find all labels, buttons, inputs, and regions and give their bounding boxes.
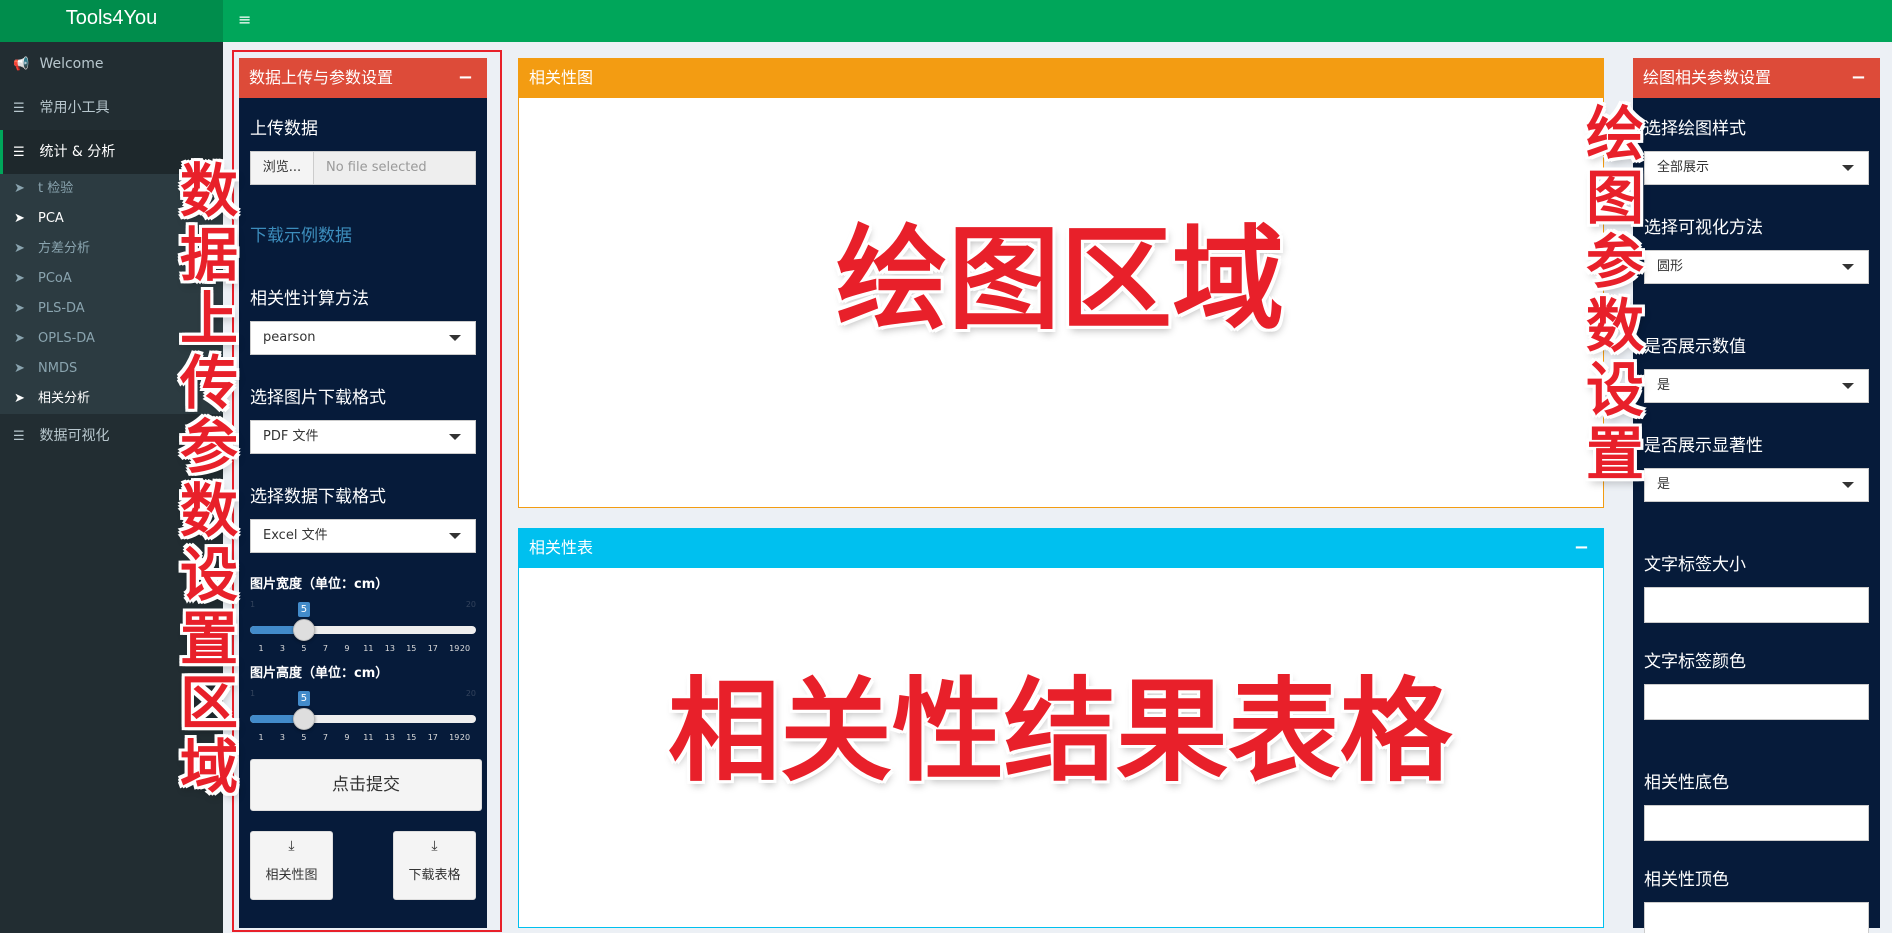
- sidebar-subitem-label: PCoA: [38, 271, 72, 286]
- chevron-down-icon: [1842, 383, 1854, 389]
- paper-plane-icon: ➤: [14, 241, 25, 256]
- paper-plane-icon: ➤: [14, 361, 25, 376]
- select-value: 是: [1657, 378, 1671, 393]
- sidebar-subitem-label: 方差分析: [38, 241, 91, 256]
- sidebar-subitem-label: PCA: [38, 211, 64, 226]
- sidebar-subitem-label: OPLS-DA: [38, 331, 95, 346]
- collapse-icon[interactable]: −: [1851, 58, 1866, 98]
- annotation-outline: [232, 50, 502, 932]
- show-sig-select[interactable]: 是: [1644, 468, 1869, 502]
- sidebar-item-label: 统计 & 分析: [39, 144, 116, 160]
- select-value: 是: [1657, 477, 1671, 492]
- vis-method-select[interactable]: 圆形: [1644, 250, 1869, 284]
- sidebar-item-label: Welcome: [39, 56, 104, 72]
- text-size-input[interactable]: [1644, 587, 1869, 623]
- annotation-plot: 绘图区域: [836, 215, 1284, 345]
- panel-body: 选择绘图样式 全部展示 选择可视化方法 圆形 是否展示数值 是 是否展示显著性 …: [1633, 98, 1880, 933]
- chevron-down-icon: [1842, 482, 1854, 488]
- panel-header: 相关性表 −: [519, 528, 1603, 568]
- vis-method-label: 选择可视化方法: [1644, 218, 1763, 238]
- select-value: 全部展示: [1657, 160, 1710, 175]
- show-sig-label: 是否展示显著性: [1644, 436, 1763, 456]
- text-color-label: 文字标签颜色: [1644, 652, 1746, 672]
- menu-toggle-icon[interactable]: ≡: [238, 10, 251, 29]
- paper-plane-icon: ➤: [14, 211, 25, 226]
- app-logo[interactable]: Tools4You: [0, 0, 223, 42]
- sidebar-subitem-label: 相关分析: [38, 391, 91, 406]
- top-navbar: ≡: [223, 0, 1892, 42]
- paper-plane-icon: ➤: [14, 391, 25, 406]
- select-value: 圆形: [1657, 259, 1684, 274]
- paper-plane-icon: ➤: [14, 271, 25, 286]
- top-color-label: 相关性顶色: [1644, 870, 1729, 890]
- annotation-table: 相关性结果表格: [668, 667, 1452, 797]
- sidebar-subitem-label: t 检验: [38, 181, 74, 196]
- panel-title: 绘图相关参数设置: [1643, 68, 1772, 87]
- text-size-label: 文字标签大小: [1644, 555, 1746, 575]
- annotation-left: 数据上传参数设置区域: [170, 160, 238, 800]
- panel-header: 相关性图: [519, 58, 1603, 98]
- show-values-label: 是否展示数值: [1644, 337, 1746, 357]
- bullhorn-icon: 📢: [13, 57, 30, 72]
- paper-plane-icon: ➤: [14, 181, 25, 196]
- bottom-color-input[interactable]: [1644, 805, 1869, 841]
- show-values-select[interactable]: 是: [1644, 369, 1869, 403]
- style-label: 选择绘图样式: [1644, 119, 1746, 139]
- list-icon: ☰: [13, 145, 25, 160]
- paper-plane-icon: ➤: [14, 301, 25, 316]
- list-icon: ☰: [13, 429, 25, 444]
- sidebar-item-label: 数据可视化: [39, 428, 110, 444]
- chevron-down-icon: [1842, 165, 1854, 171]
- list-icon: ☰: [13, 101, 25, 116]
- sidebar-item-label: 常用小工具: [39, 100, 110, 116]
- style-select[interactable]: 全部展示: [1644, 151, 1869, 185]
- panel-header: 绘图相关参数设置 −: [1633, 58, 1880, 98]
- paper-plane-icon: ➤: [14, 331, 25, 346]
- sidebar-subitem-label: PLS-DA: [38, 301, 85, 316]
- bottom-color-label: 相关性底色: [1644, 773, 1729, 793]
- plot-settings-panel: 绘图相关参数设置 − 选择绘图样式 全部展示 选择可视化方法 圆形 是否展示数值…: [1633, 58, 1880, 933]
- top-color-input[interactable]: [1644, 902, 1869, 933]
- panel-title: 相关性表: [529, 538, 594, 557]
- sidebar-subitem-label: NMDS: [38, 361, 78, 376]
- text-color-input[interactable]: [1644, 684, 1869, 720]
- panel-title: 相关性图: [529, 68, 594, 87]
- chevron-down-icon: [1842, 264, 1854, 270]
